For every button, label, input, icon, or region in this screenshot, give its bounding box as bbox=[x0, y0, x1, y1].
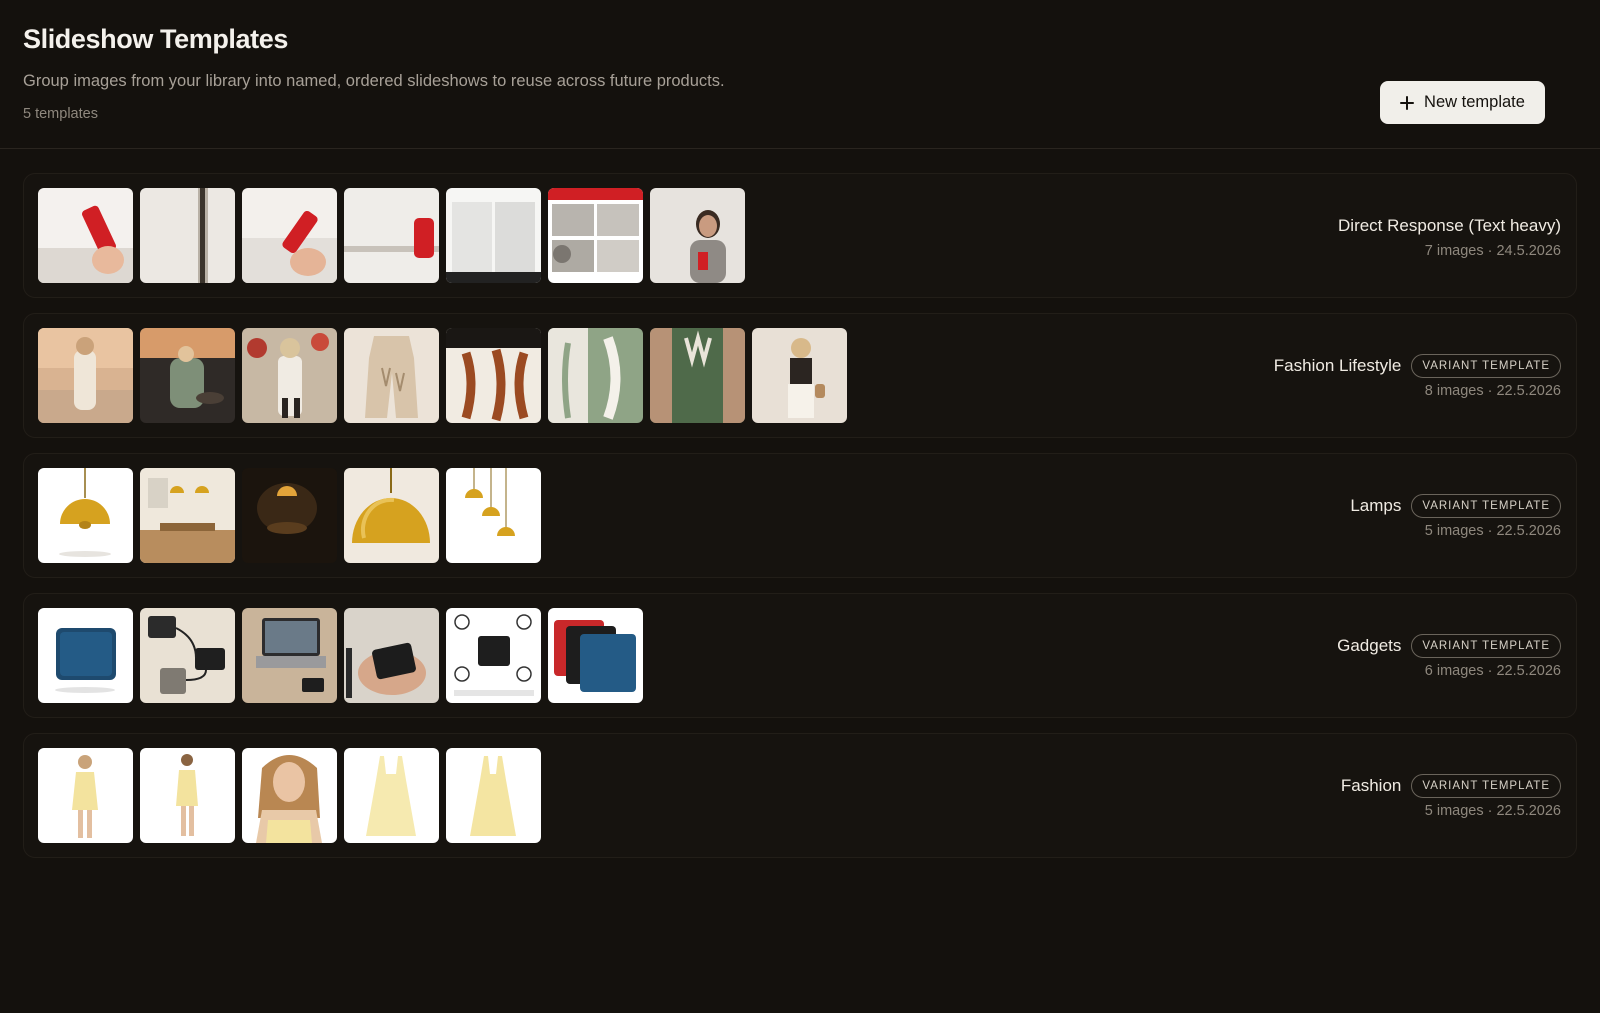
thumbnail-strip bbox=[38, 748, 541, 857]
template-thumbnail[interactable] bbox=[140, 468, 235, 563]
template-meta: Direct Response (Text heavy) 7 images · 2… bbox=[1338, 188, 1561, 297]
template-card[interactable]: Direct Response (Text heavy) 7 images · 2… bbox=[23, 173, 1577, 298]
template-thumbnail[interactable] bbox=[140, 608, 235, 703]
template-image-count-date: 7 images · 24.5.2026 bbox=[1424, 243, 1561, 259]
template-thumbnail[interactable] bbox=[344, 608, 439, 703]
template-meta: Lamps VARIANT TEMPLATE 5 images · 22.5.202… bbox=[1350, 468, 1561, 577]
template-title-row: Lamps VARIANT TEMPLATE bbox=[1350, 493, 1561, 519]
template-meta: Fashion VARIANT TEMPLATE 5 images · 22.5.2… bbox=[1341, 748, 1561, 857]
template-thumbnail[interactable] bbox=[344, 328, 439, 423]
template-thumbnail[interactable] bbox=[38, 328, 133, 423]
template-thumbnail[interactable] bbox=[38, 468, 133, 563]
variant-template-badge: VARIANT TEMPLATE bbox=[1411, 634, 1561, 658]
template-thumbnail[interactable] bbox=[242, 328, 337, 423]
template-title: Gadgets bbox=[1337, 636, 1402, 655]
template-thumbnail[interactable] bbox=[242, 188, 337, 283]
template-thumbnail[interactable] bbox=[548, 188, 643, 283]
thumbnail-strip bbox=[38, 188, 745, 297]
new-template-label: New template bbox=[1424, 93, 1525, 111]
template-thumbnail[interactable] bbox=[446, 188, 541, 283]
new-template-button[interactable]: New template bbox=[1380, 81, 1545, 124]
template-thumbnail[interactable] bbox=[242, 468, 337, 563]
variant-template-badge: VARIANT TEMPLATE bbox=[1411, 774, 1561, 798]
template-thumbnail[interactable] bbox=[242, 748, 337, 843]
template-list: Direct Response (Text heavy) 7 images · 2… bbox=[0, 149, 1600, 858]
template-meta: Fashion Lifestyle VARIANT TEMPLATE 8 image… bbox=[1274, 328, 1561, 437]
template-thumbnail[interactable] bbox=[38, 608, 133, 703]
template-thumbnail[interactable] bbox=[140, 748, 235, 843]
template-card[interactable]: Lamps VARIANT TEMPLATE 5 images · 22.5.202… bbox=[23, 453, 1577, 578]
template-thumbnail[interactable] bbox=[344, 468, 439, 563]
template-image-count-date: 5 images · 22.5.2026 bbox=[1424, 803, 1561, 819]
template-thumbnail[interactable] bbox=[446, 328, 541, 423]
template-thumbnail[interactable] bbox=[650, 188, 745, 283]
template-title-row: Fashion VARIANT TEMPLATE bbox=[1341, 773, 1561, 799]
template-image-count-date: 5 images · 22.5.2026 bbox=[1424, 523, 1561, 539]
template-count: 5 templates bbox=[23, 106, 98, 122]
template-image-count-date: 8 images · 22.5.2026 bbox=[1424, 383, 1561, 399]
template-thumbnail[interactable] bbox=[242, 608, 337, 703]
template-thumbnail[interactable] bbox=[548, 608, 643, 703]
page-title: Slideshow Templates bbox=[23, 24, 288, 54]
template-thumbnail[interactable] bbox=[344, 748, 439, 843]
thumbnail-strip bbox=[38, 328, 847, 437]
thumbnail-strip bbox=[38, 468, 541, 577]
template-thumbnail[interactable] bbox=[38, 748, 133, 843]
template-thumbnail[interactable] bbox=[344, 188, 439, 283]
template-thumbnail[interactable] bbox=[140, 188, 235, 283]
page-subtitle: Group images from your library into name… bbox=[23, 72, 725, 90]
template-image-count-date: 6 images · 22.5.2026 bbox=[1424, 663, 1561, 679]
template-card[interactable]: Gadgets VARIANT TEMPLATE 6 images · 22.5.2… bbox=[23, 593, 1577, 718]
template-thumbnail[interactable] bbox=[38, 188, 133, 283]
template-thumbnail[interactable] bbox=[446, 748, 541, 843]
template-title-row: Direct Response (Text heavy) bbox=[1338, 213, 1561, 239]
template-title-row: Fashion Lifestyle VARIANT TEMPLATE bbox=[1274, 353, 1561, 379]
template-thumbnail[interactable] bbox=[446, 468, 541, 563]
template-title: Direct Response (Text heavy) bbox=[1338, 216, 1561, 235]
template-title-row: Gadgets VARIANT TEMPLATE bbox=[1337, 633, 1561, 659]
template-thumbnail[interactable] bbox=[548, 328, 643, 423]
template-thumbnail[interactable] bbox=[446, 608, 541, 703]
template-title: Fashion bbox=[1340, 776, 1402, 795]
template-card[interactable]: Fashion Lifestyle VARIANT TEMPLATE 8 image… bbox=[23, 313, 1577, 438]
variant-template-badge: VARIANT TEMPLATE bbox=[1411, 494, 1561, 518]
template-title: Fashion Lifestyle bbox=[1273, 356, 1402, 375]
page-header: Slideshow Templates Group images from yo… bbox=[0, 0, 1600, 149]
thumbnail-strip bbox=[38, 608, 643, 717]
template-meta: Gadgets VARIANT TEMPLATE 6 images · 22.5.2… bbox=[1337, 608, 1561, 717]
plus-icon bbox=[1400, 95, 1415, 110]
template-thumbnail[interactable] bbox=[140, 328, 235, 423]
template-thumbnail[interactable] bbox=[752, 328, 847, 423]
template-title: Lamps bbox=[1350, 496, 1402, 515]
template-card[interactable]: Fashion VARIANT TEMPLATE 5 images · 22.5.2… bbox=[23, 733, 1577, 858]
template-thumbnail[interactable] bbox=[650, 328, 745, 423]
variant-template-badge: VARIANT TEMPLATE bbox=[1411, 354, 1561, 378]
